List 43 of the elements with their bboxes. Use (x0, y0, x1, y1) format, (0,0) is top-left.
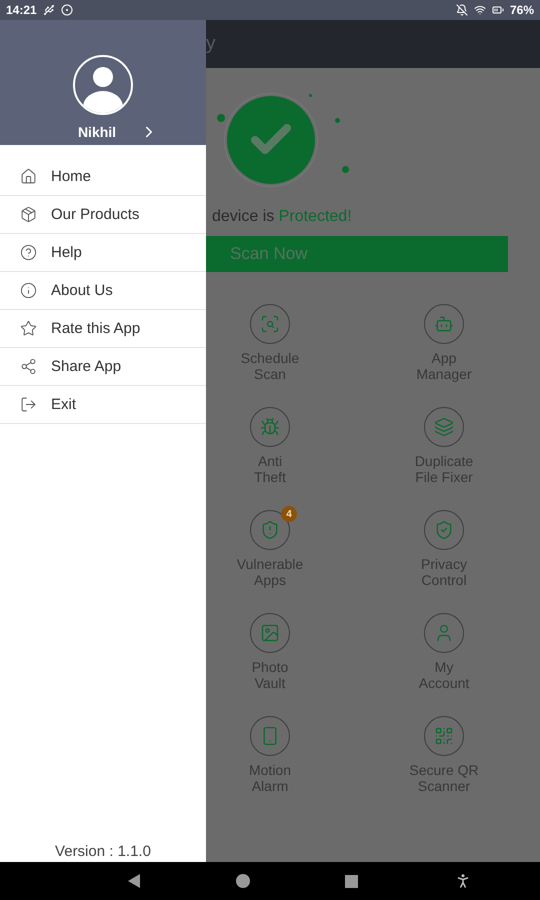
info-icon (20, 282, 37, 299)
menu-item[interactable]: Home (0, 158, 206, 196)
count-badge: 4 (281, 506, 297, 522)
menu-item[interactable]: Our Products (0, 196, 206, 234)
circle-icon (60, 4, 73, 16)
protection-status: device is Protected! (212, 208, 353, 226)
scan-icon[interactable] (250, 304, 290, 344)
star-icon (20, 320, 37, 337)
version-text: Version : 1.1.0 (54, 843, 152, 862)
menu-item[interactable]: About Us (0, 272, 206, 310)
share-icon (20, 358, 37, 375)
shield-icon[interactable] (424, 510, 464, 550)
user-name[interactable]: Nikhil (78, 124, 116, 140)
exit-icon (20, 396, 37, 413)
person-icon[interactable] (424, 613, 464, 653)
dot-icon (217, 114, 225, 122)
recents-icon[interactable] (345, 874, 358, 888)
home-icon[interactable] (236, 874, 250, 888)
battery-icon (492, 4, 504, 16)
layers-icon[interactable] (424, 407, 464, 447)
dot-icon (309, 94, 312, 97)
package-icon (20, 206, 37, 223)
battery-level: 76% (510, 3, 534, 17)
menu-item[interactable]: Share App (0, 348, 206, 386)
home-icon (20, 168, 37, 185)
dot-icon (342, 166, 349, 173)
check-icon (224, 93, 318, 187)
back-icon[interactable] (128, 874, 140, 888)
status-time: 14:21 (6, 3, 37, 17)
mute-icon (456, 4, 468, 16)
image-icon[interactable] (250, 613, 290, 653)
menu-item[interactable]: Rate this App (0, 310, 206, 348)
robot-icon[interactable] (424, 304, 464, 344)
app-title: y (206, 33, 216, 55)
menu-item[interactable]: Exit (0, 386, 206, 424)
scan-button[interactable]: Scan Now (206, 236, 508, 272)
phone-icon[interactable] (250, 716, 290, 756)
usb-icon (42, 4, 55, 16)
dot-icon (335, 118, 340, 123)
help-icon (20, 244, 37, 261)
bug-icon[interactable] (250, 407, 290, 447)
qr-code-icon[interactable] (424, 716, 464, 756)
avatar-icon[interactable] (73, 55, 133, 115)
